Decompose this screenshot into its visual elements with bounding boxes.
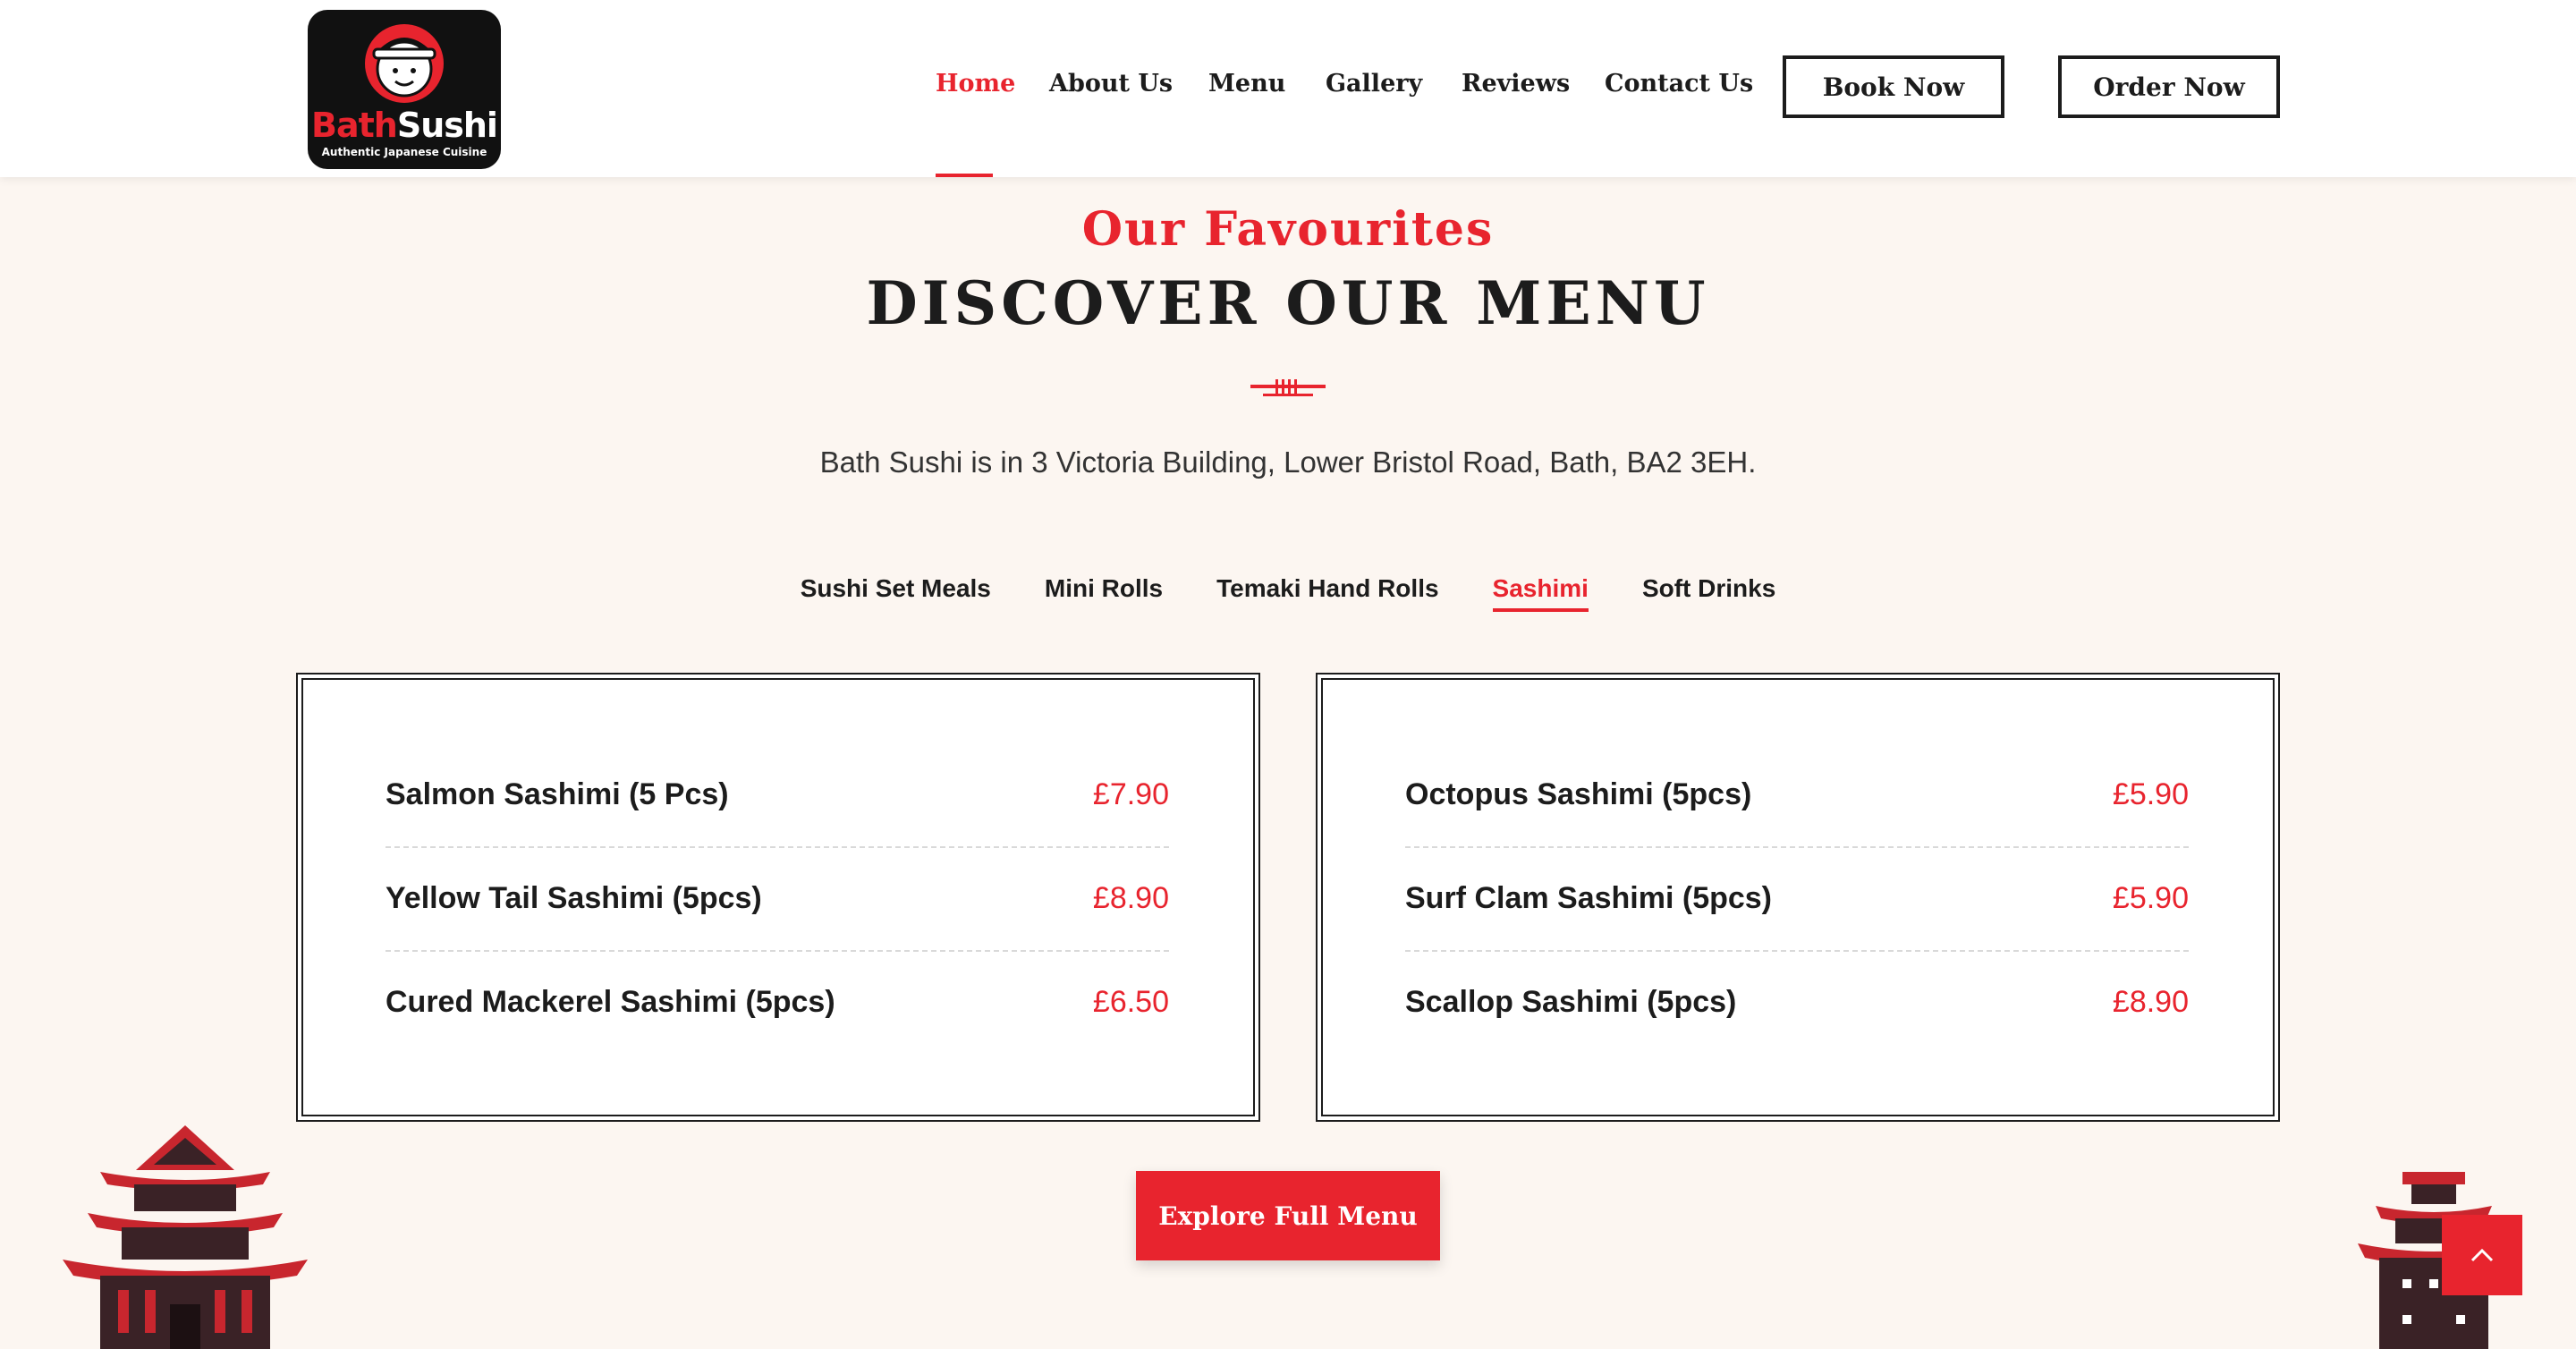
explore-full-menu-button[interactable]: Explore Full Menu [1136,1171,1440,1260]
menu-item-price: £8.90 [2112,985,2189,1019]
menu-item-price: £5.90 [2112,881,2189,915]
menu-item: Octopus Sashimi (5pcs) £5.90 [1405,742,2189,848]
order-now-button[interactable]: Order Now [2058,55,2280,118]
menu-item-price: £8.90 [1092,881,1169,915]
menu-item-name: Cured Mackerel Sashimi (5pcs) [386,985,835,1019]
pagoda-icon [63,1125,308,1349]
menu-item-name: Scallop Sashimi (5pcs) [1405,985,1737,1019]
logo-wordmark: BathSushi [311,106,498,145]
nav-reviews[interactable]: Reviews [1462,70,1570,106]
menu-item-price: £6.50 [1092,985,1169,1019]
scroll-to-top-button[interactable] [2442,1215,2522,1295]
chopsticks-divider-icon [1250,379,1326,396]
menu-item: Yellow Tail Sashimi (5pcs) £8.90 [386,846,1169,952]
menu-item-name: Surf Clam Sashimi (5pcs) [1405,881,1773,915]
menu-item: Cured Mackerel Sashimi (5pcs) £6.50 [386,950,1169,1054]
menu-item-price: £5.90 [2112,777,2189,811]
nav-gallery[interactable]: Gallery [1326,70,1422,106]
menu-card-right: Octopus Sashimi (5pcs) £5.90 Surf Clam S… [1316,673,2280,1122]
menu-item-name: Octopus Sashimi (5pcs) [1405,777,1752,811]
menu-item-price: £7.90 [1092,777,1169,811]
tab-sashimi[interactable]: Sashimi [1492,574,1589,612]
book-now-button[interactable]: Book Now [1783,55,2004,118]
menu-item-name: Yellow Tail Sashimi (5pcs) [386,881,762,915]
menu-item: Scallop Sashimi (5pcs) £8.90 [1405,950,2189,1054]
nav-about-us[interactable]: About Us [1049,70,1173,106]
menu-category-tabs: Sushi Set Meals Mini Rolls Temaki Hand R… [0,574,2576,612]
menu-card-left: Salmon Sashimi (5 Pcs) £7.90 Yellow Tail… [296,673,1260,1122]
tab-mini-rolls[interactable]: Mini Rolls [1045,574,1163,612]
chevron-up-icon [2470,1248,2494,1262]
section-heading: DISCOVER OUR MENU [866,268,1710,338]
site-header: BathSushi Authentic Japanese Cuisine Hom… [0,0,2576,177]
menu-item: Salmon Sashimi (5 Pcs) £7.90 [386,742,1169,848]
restaurant-address: Bath Sushi is in 3 Victoria Building, Lo… [819,445,1757,479]
tab-sushi-set-meals[interactable]: Sushi Set Meals [801,574,991,612]
menu-item: Surf Clam Sashimi (5pcs) £5.90 [1405,846,2189,952]
chef-mascot-icon [365,24,444,103]
section-eyebrow: Our Favourites [1081,202,1495,257]
logo-tagline: Authentic Japanese Cuisine [321,146,487,158]
nav-home[interactable]: Home [936,70,1015,106]
tab-soft-drinks[interactable]: Soft Drinks [1642,574,1775,612]
menu-item-name: Salmon Sashimi (5 Pcs) [386,777,729,811]
nav-contact-us[interactable]: Contact Us [1605,70,1753,106]
bath-sushi-logo[interactable]: BathSushi Authentic Japanese Cuisine [308,10,501,169]
tab-temaki-hand-rolls[interactable]: Temaki Hand Rolls [1216,574,1438,612]
nav-menu[interactable]: Menu [1208,70,1285,106]
nav-active-indicator [936,174,993,177]
